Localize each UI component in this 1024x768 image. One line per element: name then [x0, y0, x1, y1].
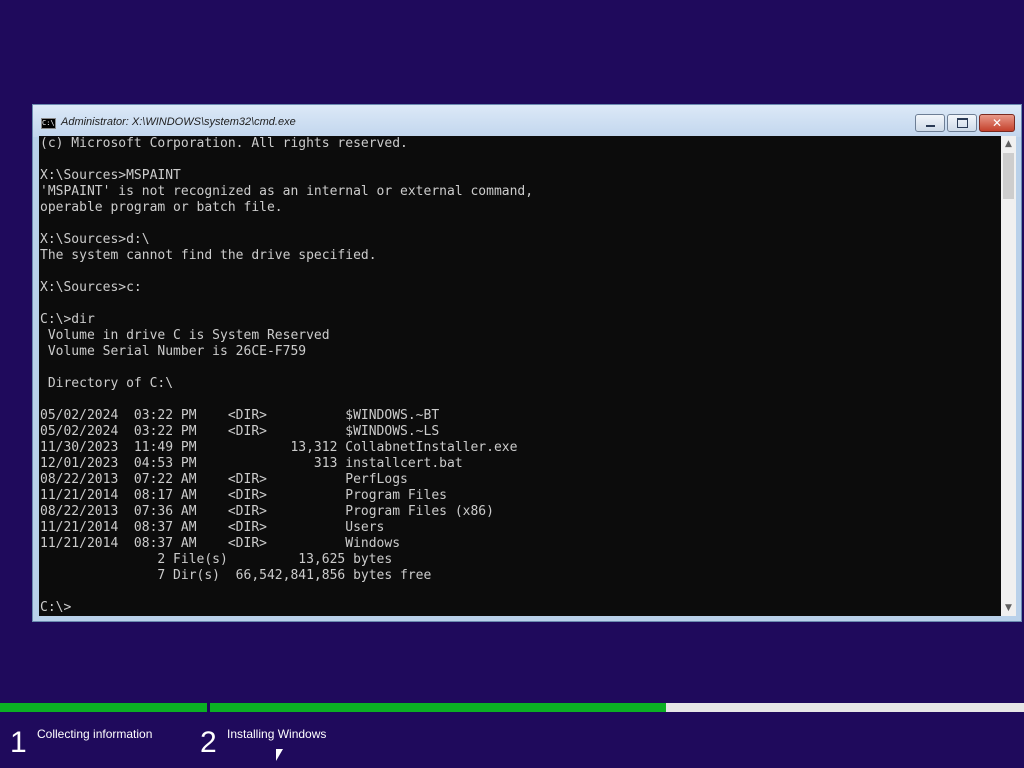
console-output[interactable]: (c) Microsoft Corporation. All rights re… [39, 136, 1001, 616]
scroll-down-icon[interactable]: ▼ [1001, 600, 1016, 616]
step-number-2: 2 [200, 726, 217, 759]
mouse-cursor-icon [276, 749, 283, 761]
window-title: Administrator: X:\WINDOWS\system32\cmd.e… [61, 116, 296, 128]
progress-fill-installing [210, 703, 666, 712]
close-icon: ✕ [991, 116, 1003, 130]
step-label-installing: Installing Windows [227, 727, 327, 741]
progress-bar-collecting [0, 703, 207, 712]
step-number-1: 1 [10, 726, 27, 759]
cmd-window[interactable]: C:\ Administrator: X:\WINDOWS\system32\c… [32, 104, 1022, 622]
close-button[interactable]: ✕ [979, 114, 1015, 132]
minimize-button[interactable] [915, 114, 945, 132]
scroll-up-icon[interactable]: ▲ [1001, 136, 1016, 152]
title-bar[interactable]: C:\ Administrator: X:\WINDOWS\system32\c… [33, 105, 1021, 137]
step-label-collecting: Collecting information [37, 727, 153, 741]
maximize-button[interactable] [947, 114, 977, 132]
cmd-icon[interactable]: C:\ [41, 118, 56, 129]
scroll-thumb[interactable] [1003, 153, 1014, 199]
console-text: (c) Microsoft Corporation. All rights re… [40, 136, 534, 615]
progress-fill-collecting [0, 703, 207, 712]
vertical-scrollbar[interactable]: ▲ ▼ [1001, 136, 1016, 616]
progress-bar-installing [210, 703, 1024, 712]
